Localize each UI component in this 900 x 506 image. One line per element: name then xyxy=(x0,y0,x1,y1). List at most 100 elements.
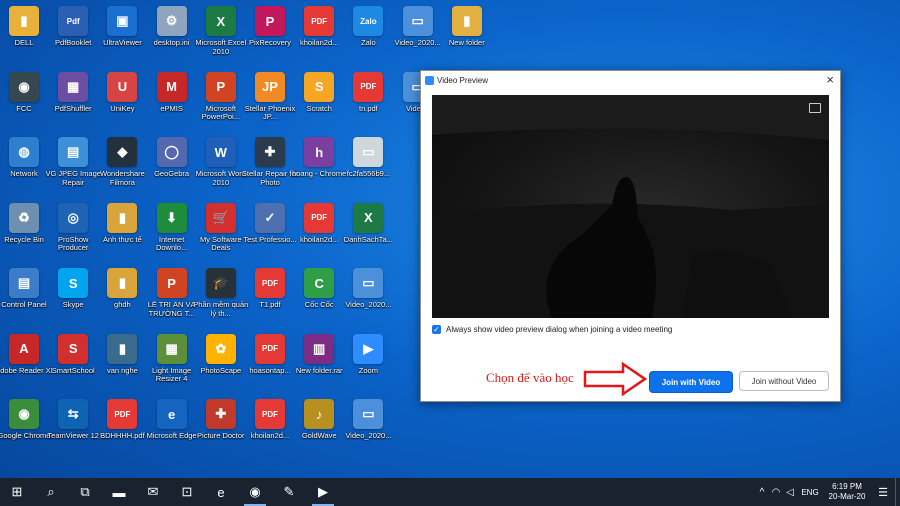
show-desktop-button[interactable] xyxy=(895,478,900,506)
vannghe-icon: ▮ xyxy=(107,333,138,364)
desktop-icon-dell[interactable]: ▮ DELL xyxy=(0,2,48,64)
desktop-icon-anhthucte[interactable]: ▮ Ảnh thực tế xyxy=(98,199,146,261)
testpro-icon: ✓ xyxy=(255,202,285,233)
desktop-icon-smartschool[interactable]: S SmartSchool xyxy=(49,330,97,392)
desktop-icon-ultraviewer[interactable]: ▣ UltraViewer xyxy=(98,2,146,64)
desktop-icon-goldwave[interactable]: ♪ GoldWave xyxy=(295,395,343,457)
taskbar-zoom[interactable]: ▶ xyxy=(306,478,340,506)
desktop-icon-vannghe[interactable]: ▮ van nghe xyxy=(98,330,146,392)
tray-chevron-icon[interactable]: ^ xyxy=(755,487,769,498)
desktop-icon-ghdh[interactable]: ▮ ghdh xyxy=(98,264,146,326)
desktop-icon-label: Zoom xyxy=(358,366,378,375)
desktop-icon-phanmem[interactable]: 🎓 Phần mềm quản lý th... xyxy=(193,264,248,326)
desktop-icon-geogebra[interactable]: ◯ GeoGebra xyxy=(148,133,196,195)
desktop-icon-chromehoang[interactable]: h hoang - Chrome xyxy=(292,133,346,195)
taskbar-edge[interactable]: e xyxy=(204,478,238,506)
notification-icon[interactable]: ☰ xyxy=(871,486,895,499)
desktop-icon-bdhhhh[interactable]: PDF BDHHHH.pdf xyxy=(98,395,146,457)
desktop-icon-photoscape[interactable]: ✿ PhotoScape xyxy=(197,330,245,392)
desktop-icon-lightimage[interactable]: ▦ Light Image Resizer 4 xyxy=(148,330,196,392)
volume-icon[interactable]: ◁ xyxy=(783,487,797,498)
desktop-icon-excel[interactable]: X Microsoft Excel 2010 xyxy=(195,2,246,64)
desktop-icon-fc2fa[interactable]: ▭ fc2fa556b9... xyxy=(344,133,392,195)
annotation-text: Chọn để vào học xyxy=(486,370,574,385)
smartschool-icon: S xyxy=(58,333,89,364)
desktop-icon-khoi2[interactable]: PDF khoilan2d... xyxy=(295,199,343,261)
desktop-icon-khoi1[interactable]: PDF khoilan2d... xyxy=(295,2,343,64)
desktop-icon-skype[interactable]: S Skype xyxy=(49,264,97,326)
desktop-icon-pixrecovery[interactable]: P PixRecovery xyxy=(246,2,294,64)
desktop-icon-epmis[interactable]: MePMIS xyxy=(148,68,196,130)
picture-in-picture-icon[interactable] xyxy=(809,103,821,113)
desktop-icon-chrome[interactable]: ◉ Google Chrome xyxy=(0,395,50,457)
desktop-icon-letrian[interactable]: P LỄ TRI ÂN VÀ TRƯỜNG T... xyxy=(148,264,196,326)
teamviewer-icon: ⇆ xyxy=(58,399,89,429)
always-show-preview-checkbox[interactable]: ✓ xyxy=(432,325,441,334)
stellarphoto-icon: ✚ xyxy=(255,137,285,167)
desktop-icon-edge[interactable]: e Microsoft Edge xyxy=(147,395,197,457)
join-without-video-button[interactable]: Join without Video xyxy=(739,371,829,391)
desktop-icon-teamviewer[interactable]: ⇆ TeamViewer 12 xyxy=(47,395,99,457)
taskbar: ⊞ ⌕ ⧉ ▬ ✉ ⊡ e ◉ ✎ ▶ ^ ◠ ◁ ENG 6:19 PM 20-Mar-20 ☰ xyxy=(0,478,900,506)
join-with-video-button[interactable]: Join with Video xyxy=(649,371,733,393)
desktop-icon-vgjpeg[interactable]: ▤ VG JPEG Image Repair xyxy=(45,133,101,195)
desktop-icon-filmora[interactable]: ◆ Wondershare Filmora xyxy=(98,133,146,195)
taskbar-mail[interactable]: ✉ xyxy=(136,478,170,506)
desktop-icon-control[interactable]: ▤ Control Panel xyxy=(0,264,48,326)
desktop-icon-stellarphoto[interactable]: ✚ Stellar Repair for Photo xyxy=(242,133,298,195)
start-button[interactable]: ⊞ xyxy=(0,478,34,506)
always-show-preview-option[interactable]: ✓ Always show video preview dialog when … xyxy=(432,325,672,334)
desktop-icon-desktopini[interactable]: ⚙ desktop.ini xyxy=(148,2,196,64)
mysoftware-icon: 🛒 xyxy=(205,202,236,233)
desktop-icon-zoom[interactable]: ▶ Zoom xyxy=(344,330,392,392)
desktop-icon-label: fc2fa556b9... xyxy=(346,170,391,178)
desktop-icon-newfolderrar[interactable]: ▥ New folder.rar xyxy=(295,330,343,392)
desktop-icon-newfolder[interactable]: ▮ New folder xyxy=(443,2,491,64)
vgjpeg-icon: ▤ xyxy=(58,137,89,167)
desktop-icon-stellarjpeg[interactable]: JP Stellar Phoenix JP... xyxy=(245,68,295,130)
desktop-icon-khoi3[interactable]: PDF khoilan2d... xyxy=(246,395,294,457)
desktop-icon-adobe[interactable]: A Adobe Reader XI xyxy=(0,330,53,392)
desktop-icon-danhsach[interactable]: X DanhSachTa... xyxy=(344,199,393,261)
desktop-icon-label: Video_2020... xyxy=(345,301,392,309)
t1-icon: PDF xyxy=(255,268,285,298)
camera-feed xyxy=(432,95,829,318)
desktop-icon-pdfshuffler[interactable]: ▦ PdfShuffler xyxy=(49,68,97,130)
desktop-icon-powerpoint[interactable]: P Microsoft PowerPoi... xyxy=(197,68,245,130)
anhthucte-icon: ▮ xyxy=(107,202,138,233)
desktop-icon-hoasontap[interactable]: PDF hoasontap... xyxy=(246,330,294,392)
chrome-icon: ◉ xyxy=(9,399,39,429)
desktop-icon-video3[interactable]: ▭ Video_2020... xyxy=(344,264,392,326)
desktop-icon-testpro[interactable]: ✓ Test Professio... xyxy=(243,199,297,261)
desktop-icon-video4[interactable]: ▭ Video_2020... xyxy=(344,395,392,457)
language-indicator[interactable]: ENG xyxy=(797,488,823,497)
desktop-icon-pdfbooklet[interactable]: Pdf PdfBooklet xyxy=(49,2,97,64)
desktop-icon-zalo[interactable]: Zalo Zalo xyxy=(344,2,392,64)
desktop-icon-idm[interactable]: ⬇ Internet Downlo... xyxy=(148,199,196,261)
desktop-icon-t1[interactable]: PDF T1.pdf xyxy=(246,264,294,326)
clock[interactable]: 6:19 PM 20-Mar-20 xyxy=(823,482,871,502)
desktop-icon-video1[interactable]: ▭ Video_2020... xyxy=(394,2,442,64)
desktop-icon-scratch[interactable]: S Scratch xyxy=(295,68,343,130)
search-button[interactable]: ⌕ xyxy=(34,478,68,506)
taskbar-file-explorer[interactable]: ▬ xyxy=(102,478,136,506)
desktop-icon-tn[interactable]: PDF tn.pdf xyxy=(344,68,392,130)
desktop-icon-unikey[interactable]: U UniKey xyxy=(98,68,146,130)
recycle-icon: ♻ xyxy=(9,202,39,233)
desktop-icon-recycle[interactable]: ♻ Recycle Bin xyxy=(0,199,48,261)
goldwave-icon: ♪ xyxy=(304,399,335,429)
close-button[interactable]: × xyxy=(826,72,834,87)
task-view-button[interactable]: ⧉ xyxy=(68,478,102,506)
wifi-icon[interactable]: ◠ xyxy=(769,487,783,498)
desktop-icon-coccoc[interactable]: C Cốc Cốc xyxy=(295,264,343,326)
desktop-icon-network[interactable]: ◍ Network xyxy=(0,133,48,195)
taskbar-store[interactable]: ⊡ xyxy=(170,478,204,506)
desktop-icon-fcc[interactable]: ◉ FCC xyxy=(0,68,48,130)
taskbar-chrome[interactable]: ◉ xyxy=(238,478,272,506)
desktop-icon-mysoftware[interactable]: 🛒 My Software Deals xyxy=(197,199,245,261)
desktop-icon-picturedoctor[interactable]: ✚ Picture Doctor xyxy=(197,395,245,457)
taskbar-app[interactable]: ✎ xyxy=(272,478,306,506)
desktop-icon-word[interactable]: W Microsoft Word 2010 xyxy=(196,133,246,195)
desktop-icon-proshow[interactable]: ◎ ProShow Producer xyxy=(49,199,97,261)
adobe-icon: A xyxy=(9,333,39,364)
